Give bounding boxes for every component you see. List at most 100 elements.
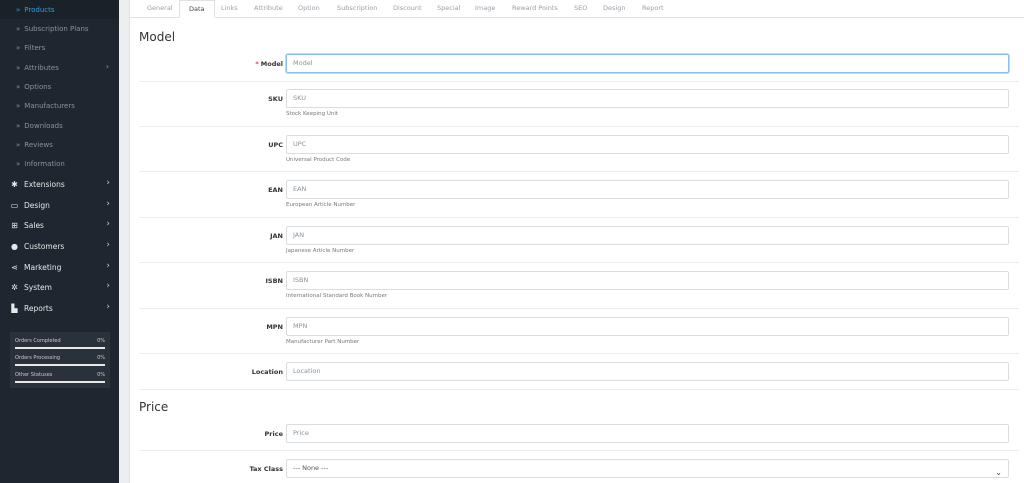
tab-seo[interactable]: SEO xyxy=(565,0,596,18)
monitor-icon: ▭ xyxy=(10,200,19,210)
sidebar-item-label: Design xyxy=(24,200,50,210)
form-row-mpn: MPN MPN Manufacturer Part Number xyxy=(139,309,1019,354)
sidebar-item-reviews[interactable]: » Reviews xyxy=(0,135,119,154)
sidebar-item-customers[interactable]: ● Customers › xyxy=(0,236,119,256)
sku-input[interactable]: SKU xyxy=(286,89,1009,108)
upc-input[interactable]: UPC xyxy=(286,135,1009,154)
tab-image[interactable]: Image xyxy=(466,0,504,18)
field-label-tax-class: Tax Class xyxy=(249,465,283,473)
chart-icon: ▙ xyxy=(11,303,18,313)
field-label-upc: UPC xyxy=(268,141,283,149)
sidebar-item-label: Sales xyxy=(24,220,44,230)
tab-subscription[interactable]: Subscription xyxy=(328,0,386,18)
field-help-jan: Japanese Article Number xyxy=(286,248,355,254)
product-form-panel: General Data Links Attribute Option Subs… xyxy=(129,0,1024,483)
user-icon: ● xyxy=(11,241,18,251)
field-label-jan: JAN xyxy=(270,232,283,240)
stat-value: 0% xyxy=(97,372,105,378)
progress-bar xyxy=(15,364,105,366)
chevron-right-icon: › xyxy=(106,199,110,209)
double-chevron-icon: » xyxy=(16,43,20,52)
sidebar-item-label: Reports xyxy=(24,303,53,313)
tab-option[interactable]: Option xyxy=(289,0,329,18)
stat-label: Orders Completed xyxy=(15,338,61,344)
tab-special[interactable]: Special xyxy=(428,0,469,18)
isbn-input[interactable]: ISBN xyxy=(286,271,1009,290)
sidebar-item-information[interactable]: » Information xyxy=(0,154,119,173)
field-label-ean: EAN xyxy=(268,186,283,194)
tab-report[interactable]: Report xyxy=(633,0,673,18)
sidebar-item-label: Subscription Plans xyxy=(24,24,89,33)
sidebar-item-label: Options xyxy=(24,82,52,91)
tab-discount[interactable]: Discount xyxy=(384,0,431,18)
tab-general[interactable]: General xyxy=(138,0,182,18)
double-chevron-icon: » xyxy=(16,82,20,91)
sidebar-item-sales[interactable]: ⊞ Sales › xyxy=(0,215,119,235)
double-chevron-icon: » xyxy=(16,159,20,168)
double-chevron-icon: » xyxy=(16,101,20,110)
field-help-ean: European Article Number xyxy=(286,202,356,208)
tab-design[interactable]: Design xyxy=(594,0,634,18)
stat-orders-processing: Orders Processing 0% xyxy=(15,353,105,370)
sidebar-item-system[interactable]: ✲ System › xyxy=(0,277,119,297)
tab-data[interactable]: Data xyxy=(179,0,215,18)
sidebar-item-attributes[interactable]: » Attributes › xyxy=(0,58,119,77)
tax-class-select[interactable]: --- None --- ⌄ xyxy=(286,459,1009,478)
field-help-isbn: International Standard Book Number xyxy=(286,293,388,299)
chevron-right-icon: › xyxy=(106,240,110,250)
chevron-right-icon: › xyxy=(106,302,110,312)
sidebar-item-downloads[interactable]: » Downloads xyxy=(0,116,119,135)
section-title-price: Price xyxy=(139,400,169,414)
tab-reward-points[interactable]: Reward Points xyxy=(503,0,567,18)
tab-attribute[interactable]: Attribute xyxy=(245,0,292,18)
chevron-right-icon: › xyxy=(106,281,110,291)
sidebar-item-label: Customers xyxy=(24,241,65,251)
field-label-isbn: ISBN xyxy=(265,277,284,285)
field-help-mpn: Manufacturer Part Number xyxy=(286,339,360,345)
stat-orders-completed: Orders Completed 0% xyxy=(15,336,105,353)
sidebar-item-label: Attributes xyxy=(24,63,59,72)
sidebar-item-design[interactable]: ▭ Design › xyxy=(0,195,119,215)
double-chevron-icon: » xyxy=(16,5,20,14)
section-title-model: Model xyxy=(139,30,176,44)
sidebar: » Products » Subscription Plans » Filter… xyxy=(0,0,119,483)
double-chevron-icon: » xyxy=(16,140,20,149)
double-chevron-icon: » xyxy=(16,24,20,33)
sidebar-item-label: Reviews xyxy=(24,140,53,149)
tax-class-value: --- None --- xyxy=(293,464,329,472)
double-chevron-icon: » xyxy=(16,63,20,72)
sidebar-item-subscription-plans[interactable]: » Subscription Plans xyxy=(0,19,119,38)
sidebar-item-extensions[interactable]: ✱ Extensions › xyxy=(0,174,119,194)
sidebar-item-marketing[interactable]: ⋖ Marketing › xyxy=(0,257,119,277)
ean-input[interactable]: EAN xyxy=(286,180,1009,199)
form-row-sku: SKU SKU Stock Keeping Unit xyxy=(139,82,1019,127)
sidebar-item-filters[interactable]: » Filters xyxy=(0,38,119,57)
cart-icon: ⊞ xyxy=(11,220,18,230)
model-input[interactable]: Model xyxy=(286,54,1009,73)
sidebar-item-reports[interactable]: ▙ Reports › xyxy=(0,298,119,318)
jan-input[interactable]: JAN xyxy=(286,226,1009,245)
sidebar-item-label: Information xyxy=(24,159,65,168)
progress-bar xyxy=(15,381,105,383)
chevron-right-icon: › xyxy=(106,261,110,271)
field-help-upc: Universal Product Code xyxy=(286,157,351,163)
sidebar-item-manufacturers[interactable]: » Manufacturers xyxy=(0,96,119,115)
tab-links[interactable]: Links xyxy=(212,0,247,18)
required-asterisk: * xyxy=(255,60,259,68)
sidebar-item-label: Extensions xyxy=(24,179,65,189)
sidebar-item-label: Manufacturers xyxy=(24,101,75,110)
form-row-isbn: ISBN ISBN International Standard Book Nu… xyxy=(139,263,1019,309)
price-input[interactable]: Price xyxy=(286,424,1009,443)
sidebar-item-options[interactable]: » Options xyxy=(0,77,119,96)
tab-bar: General Data Links Attribute Option Subs… xyxy=(130,0,1024,18)
location-input[interactable]: Location xyxy=(286,362,1009,381)
chevron-right-icon: › xyxy=(105,62,109,71)
field-label-sku: SKU xyxy=(268,95,283,103)
field-label-location: Location xyxy=(251,368,283,376)
stat-value: 0% xyxy=(97,338,105,344)
mpn-input[interactable]: MPN xyxy=(286,317,1009,336)
field-label-price: Price xyxy=(264,430,283,438)
chevron-right-icon: › xyxy=(106,178,110,188)
sidebar-item-products[interactable]: » Products xyxy=(0,0,119,19)
field-label-mpn: MPN xyxy=(266,323,283,331)
